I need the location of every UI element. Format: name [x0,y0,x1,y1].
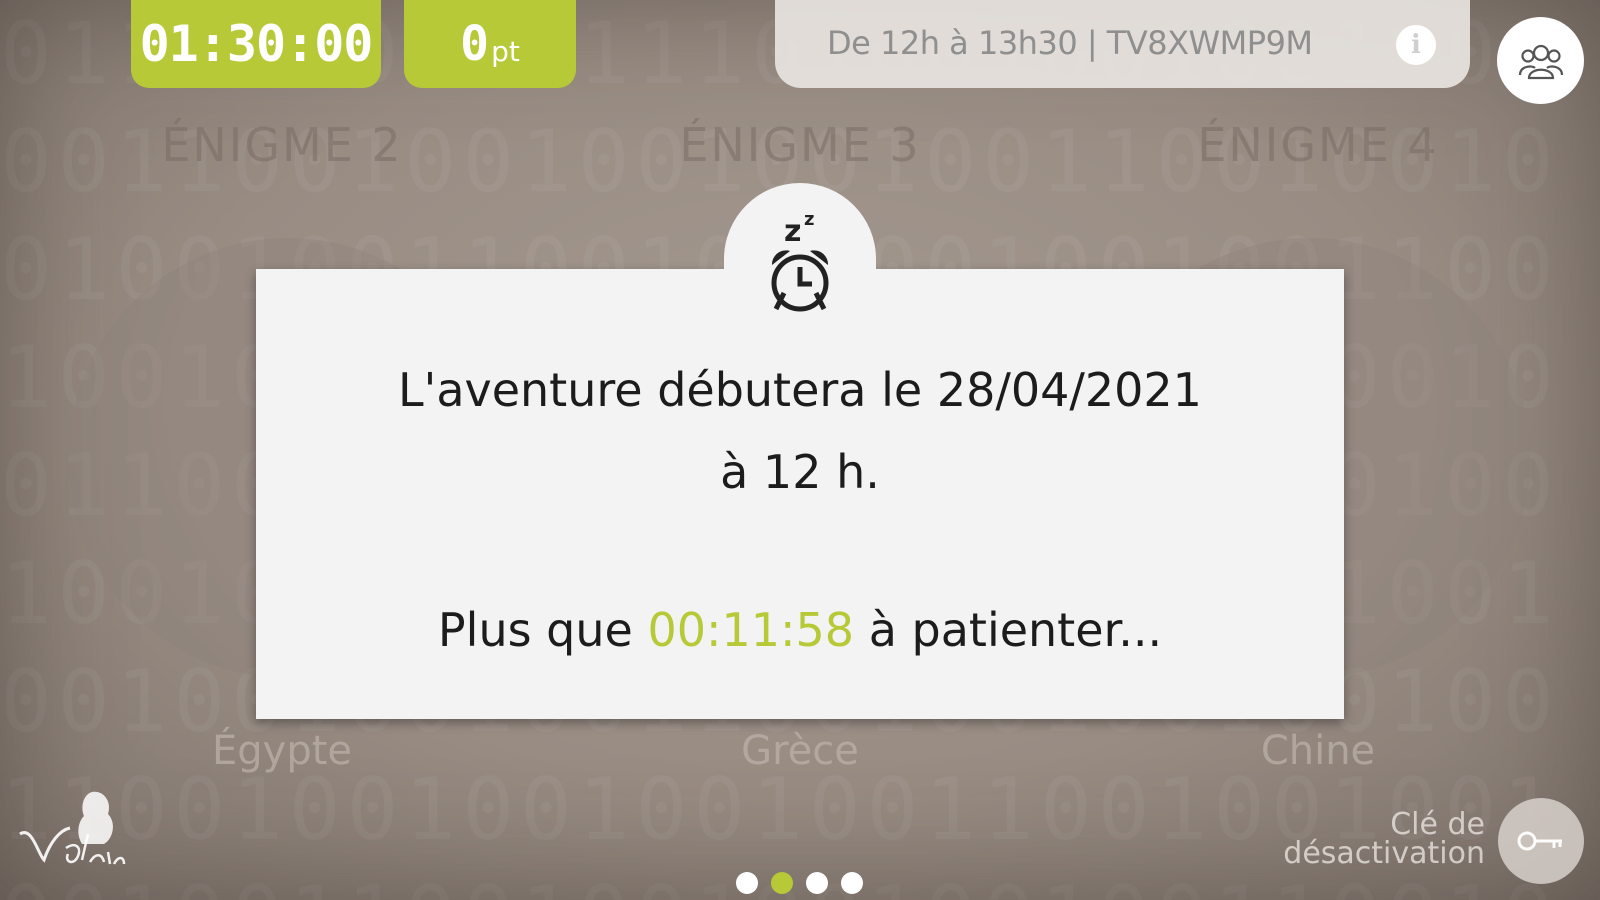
voltaire-logo [19,791,126,865]
key-label-line1: Clé de [1390,807,1485,842]
team-button[interactable] [1497,17,1584,104]
info-icon[interactable]: i [1396,25,1436,65]
game-timer: 01:30:00 [131,0,381,88]
wait-message: Plus que 00:11:58 à patienter... [256,603,1344,657]
svg-text:z: z [804,209,814,230]
enigma-4-title[interactable]: ÉNIGME 4 [1158,118,1478,172]
page-dot-3[interactable] [806,872,828,894]
wait-suffix: à patienter... [868,603,1163,657]
dialog-icon-tab: z z [724,183,876,312]
svg-text:z: z [784,214,801,249]
start-time-message: à 12 h. [720,445,880,499]
session-info-bar: De 12h à 13h30 | TV8XWMP9M i [775,0,1470,88]
enigma-2-country: Égypte [211,728,353,774]
enigma-3-country: Grèce [741,728,859,774]
page-dot-4[interactable] [841,872,863,894]
session-info-text: De 12h à 13h30 | TV8XWMP9M [827,24,1313,62]
pagination-dots [736,872,863,894]
page-dot-2[interactable] [771,872,793,894]
start-date-message: L'aventure débutera le 28/04/2021 [398,363,1202,417]
points-value: 0 [460,16,490,72]
score-badge: 0 pt [404,0,576,88]
deactivation-key-button[interactable] [1498,798,1584,884]
team-icon [1518,44,1563,79]
points-unit: pt [491,34,520,68]
wait-prefix: Plus que [437,603,633,657]
countdown-value: 00:11:58 [647,603,855,657]
waiting-dialog: L'aventure débutera le 28/04/2021 à 12 h… [256,269,1344,719]
key-icon [1517,831,1562,851]
key-label-line2: désactivation [1283,836,1485,871]
alarm-clock-icon: z z [771,209,829,312]
page-dot-1[interactable] [736,872,758,894]
enigma-3-title[interactable]: ÉNIGME 3 [640,118,960,172]
enigma-2-title[interactable]: ÉNIGME 2 [122,118,442,172]
deactivation-key-label: Clé de désactivation [1283,807,1485,871]
enigma-4-country: Chine [1260,728,1376,774]
timer-value: 01:30:00 [139,15,374,73]
